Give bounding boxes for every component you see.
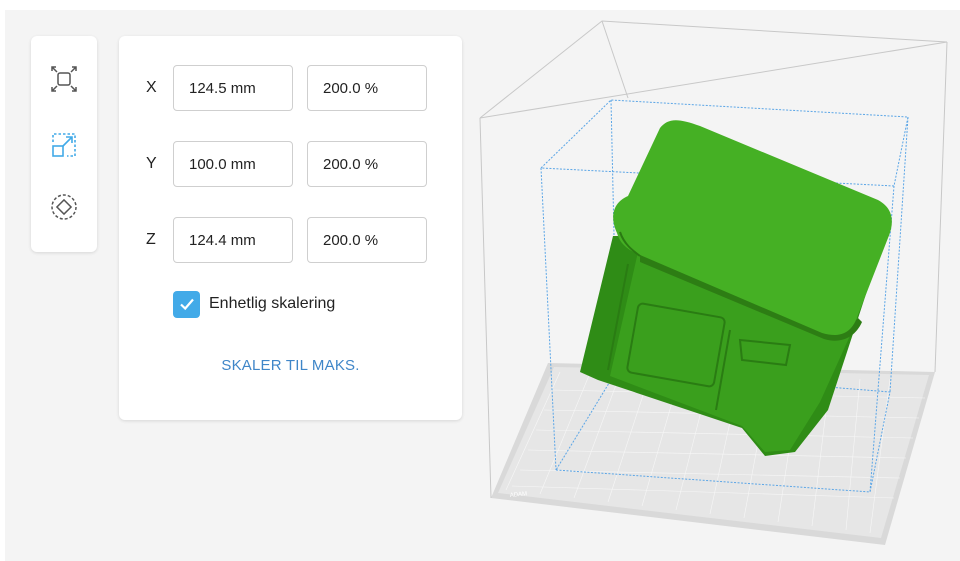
checkmark-icon [179,298,194,311]
scale-panel: X Y Z Enhetlig skalering SKALER TIL MAKS… [119,36,462,420]
axis-label-z: Z [146,231,156,248]
scale-tool-button[interactable] [47,128,81,162]
uniform-scaling-toggle[interactable]: Enhetlig skalering [173,290,335,318]
move-tool-button[interactable] [47,62,81,96]
y-size-input[interactable] [173,141,293,187]
transform-toolbar [31,36,97,252]
scale-icon [49,130,79,160]
rotate-icon [49,192,79,222]
move-icon [49,64,79,94]
uniform-scaling-label: Enhetlig skalering [209,295,336,312]
axis-label-y: Y [146,155,157,172]
x-percent-input[interactable] [307,65,427,111]
rotate-tool-button[interactable] [47,190,81,224]
x-size-input[interactable] [173,65,293,111]
scale-to-max-button[interactable]: SKALER TIL MAKS. [119,357,462,374]
uniform-scaling-checkbox[interactable] [173,290,200,318]
z-percent-input[interactable] [307,217,427,263]
z-size-input[interactable] [173,217,293,263]
y-percent-input[interactable] [307,141,427,187]
axis-label-x: X [146,79,157,96]
